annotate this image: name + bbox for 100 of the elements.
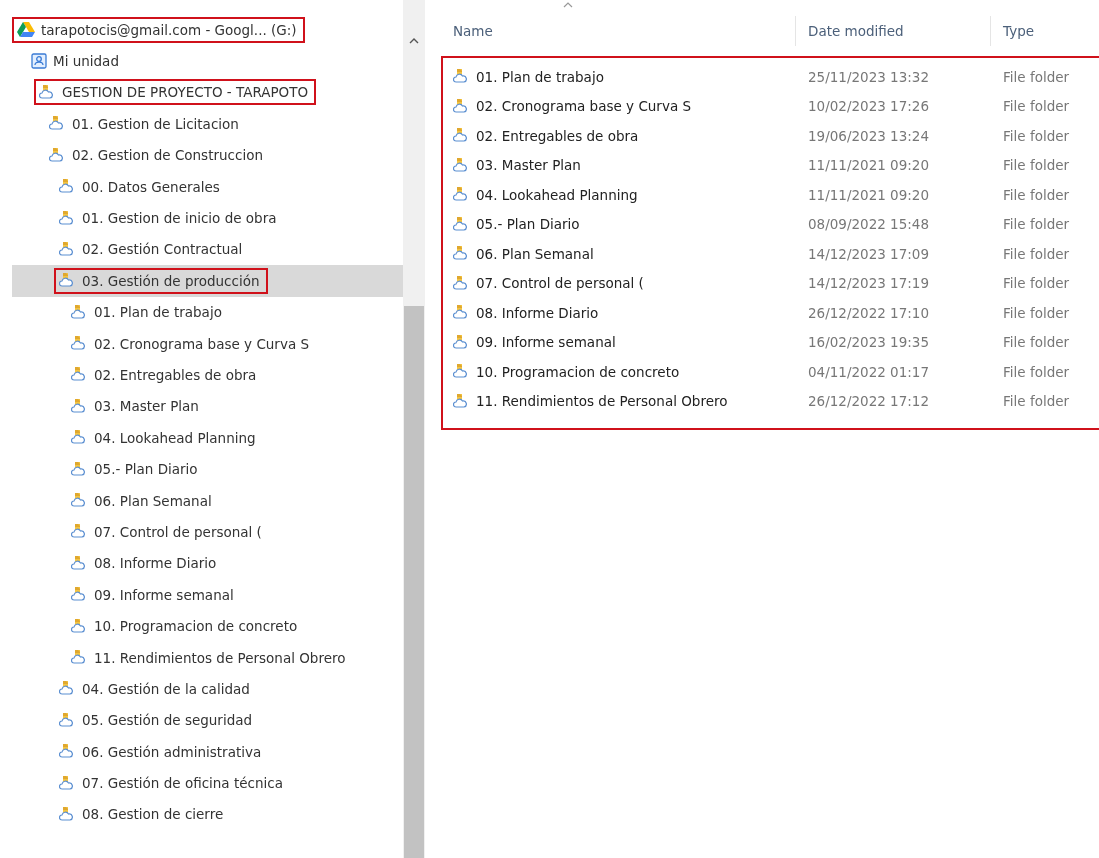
cloud-folder-icon	[71, 335, 88, 353]
tree-item[interactable]: 03. Master Plan	[12, 390, 403, 423]
tree-item[interactable]: 07. Gestión de oficina técnica	[12, 767, 403, 799]
cloud-folder-icon	[59, 209, 76, 227]
cloud-folder-icon	[71, 617, 88, 635]
column-header[interactable]: Name	[441, 16, 796, 46]
tree-item[interactable]: 08. Informe Diario	[12, 547, 403, 580]
date-cell-text: 10/02/2023 17:26	[808, 98, 930, 115]
cloud-folder-icon	[59, 805, 76, 823]
drive-folder-icon	[31, 53, 47, 70]
tree-item[interactable]: 02. Gestion de Construccion	[12, 139, 403, 171]
tree-item[interactable]: 07. Control de personal (	[12, 516, 403, 548]
file-name[interactable]: 04. Lookahead Planning	[476, 186, 638, 203]
tree-item[interactable]: 05. Gestión de seguridad	[12, 704, 403, 736]
tree-item-label: 11. Rendimientos de Personal Obrero	[94, 649, 346, 666]
cloud-folder-icon	[453, 186, 470, 204]
tree-item-label: Mi unidad	[53, 53, 119, 70]
tree-item[interactable]: 09. Informe semanal	[12, 579, 403, 611]
file-name[interactable]: 08. Informe Diario	[476, 304, 599, 321]
file-name[interactable]: 02. Entregables de obra	[476, 127, 639, 144]
tree-item[interactable]: 11. Rendimientos de Personal Obrero	[12, 641, 403, 674]
tree-item[interactable]: 00. Datos Generales	[12, 170, 403, 203]
tree-item[interactable]: 02. Cronograma base y Curva S	[12, 327, 403, 360]
type-cell-text: File folder	[1003, 127, 1071, 144]
tree-item[interactable]: 03. Gestión de producción	[12, 265, 403, 297]
cloud-folder-icon	[453, 127, 470, 145]
cloud-folder-icon	[71, 303, 88, 321]
column-header[interactable]: Date modified	[796, 16, 991, 46]
tree-item[interactable]: 02. Entregables de obra	[12, 359, 403, 391]
cloud-folder-icon	[59, 240, 76, 258]
cloud-folder-icon	[71, 460, 88, 478]
tree-item[interactable]: 06. Gestión administrativa	[12, 736, 403, 768]
cloud-folder-icon	[59, 743, 76, 761]
tree-item[interactable]: 04. Gestión de la calidad	[12, 673, 403, 705]
cloud-folder-icon	[71, 397, 88, 415]
tree-item[interactable]: tarapotocis@gmail.com - Googl... (G:)	[12, 14, 403, 46]
date-cell-text: 14/12/2023 17:09	[808, 245, 930, 262]
cloud-folder-icon	[453, 274, 470, 292]
tree-item-label: 08. Gestion de cierre	[82, 806, 224, 823]
cloud-folder-icon	[59, 680, 76, 698]
tree-item[interactable]: 01. Plan de trabajo	[12, 296, 403, 328]
tree-item[interactable]: 08. Gestion de cierre	[12, 798, 403, 831]
file-name[interactable]: 09. Informe semanal	[476, 334, 616, 351]
cloud-folder-icon	[49, 115, 66, 133]
cloud-folder-icon	[71, 492, 88, 510]
file-name[interactable]: 02. Cronograma base y Curva S	[476, 98, 692, 115]
scrollbar-thumb[interactable]	[404, 306, 424, 858]
type-cell-text: File folder	[1003, 304, 1071, 321]
cloud-folder-icon	[453, 215, 470, 233]
tree-item[interactable]: 01. Gestion de Licitacion	[12, 108, 403, 140]
date-cell-text: 16/02/2023 19:35	[808, 334, 930, 351]
type-cell-text: File folder	[1003, 275, 1071, 292]
file-name[interactable]: 06. Plan Semanal	[476, 245, 594, 262]
file-name[interactable]: 03. Master Plan	[476, 157, 581, 174]
tree-item-label: 06. Plan Semanal	[94, 492, 212, 509]
date-cell-text: 19/06/2023 13:24	[808, 127, 930, 144]
tree-item-label: 10. Programacion de concreto	[94, 618, 298, 635]
date-cell-text: 26/12/2022 17:12	[808, 393, 930, 410]
cloud-folder-icon	[453, 156, 470, 174]
tree-item[interactable]: 10. Programacion de concreto	[12, 610, 403, 642]
cloud-folder-icon	[71, 366, 88, 384]
tree-item-label: 02. Gestión Contractual	[82, 241, 243, 258]
cloud-folder-icon	[453, 333, 470, 351]
tree-item-label: 07. Gestión de oficina técnica	[82, 775, 283, 792]
file-name[interactable]: 05.- Plan Diario	[476, 216, 580, 233]
scroll-up-icon[interactable]	[409, 37, 419, 44]
file-name[interactable]: 11. Rendimientos de Personal Obrero	[476, 393, 728, 410]
column-header[interactable]: Type	[991, 16, 1099, 46]
tree-item[interactable]: 02. Gestión Contractual	[12, 233, 403, 266]
date-cell-text: 08/09/2022 15:48	[808, 216, 930, 233]
cloud-folder-icon	[453, 363, 470, 381]
tree-item-label: 04. Lookahead Planning	[94, 429, 256, 446]
type-cell-text: File folder	[1003, 98, 1071, 115]
tree-item-label: 01. Plan de trabajo	[94, 304, 222, 321]
tree-item[interactable]: GESTION DE PROYECTO - TARAPOTO	[12, 76, 403, 109]
file-name[interactable]: 01. Plan de trabajo	[476, 68, 604, 85]
cloud-folder-icon	[71, 586, 88, 604]
cloud-folder-icon	[453, 97, 470, 115]
date-cell-text: 11/11/2021 09:20	[808, 186, 930, 203]
date-cell-text: 26/12/2022 17:10	[808, 304, 930, 321]
type-cell-text: File folder	[1003, 393, 1071, 410]
tree-item[interactable]: Mi unidad	[12, 45, 403, 77]
cloud-folder-icon	[71, 523, 88, 541]
tree-item-label: 05. Gestión de seguridad	[82, 712, 253, 729]
file-name[interactable]: 07. Control de personal (	[476, 275, 644, 292]
date-cell-text: 25/11/2023 13:32	[808, 68, 930, 85]
cloud-folder-icon	[71, 429, 88, 447]
tree-item[interactable]: 05.- Plan Diario	[12, 453, 403, 485]
tree-item-label: 03. Gestión de producción	[82, 272, 260, 289]
file-name[interactable]: 10. Programacion de concreto	[476, 363, 680, 380]
type-cell-text: File folder	[1003, 157, 1071, 174]
tree-item[interactable]: 06. Plan Semanal	[12, 484, 403, 517]
tree-item[interactable]: 01. Gestion de inicio de obra	[12, 202, 403, 234]
scrollbar[interactable]	[403, 0, 425, 858]
cloud-folder-icon	[59, 178, 76, 196]
tree-item-label: 02. Entregables de obra	[94, 367, 257, 383]
date-cell-text: 14/12/2023 17:19	[808, 275, 930, 292]
tree-item-label: 07. Control de personal (	[94, 523, 262, 540]
tree-item[interactable]: 04. Lookahead Planning	[12, 422, 403, 454]
tree-item-label: tarapotocis@gmail.com - Googl... (G:)	[41, 21, 297, 38]
